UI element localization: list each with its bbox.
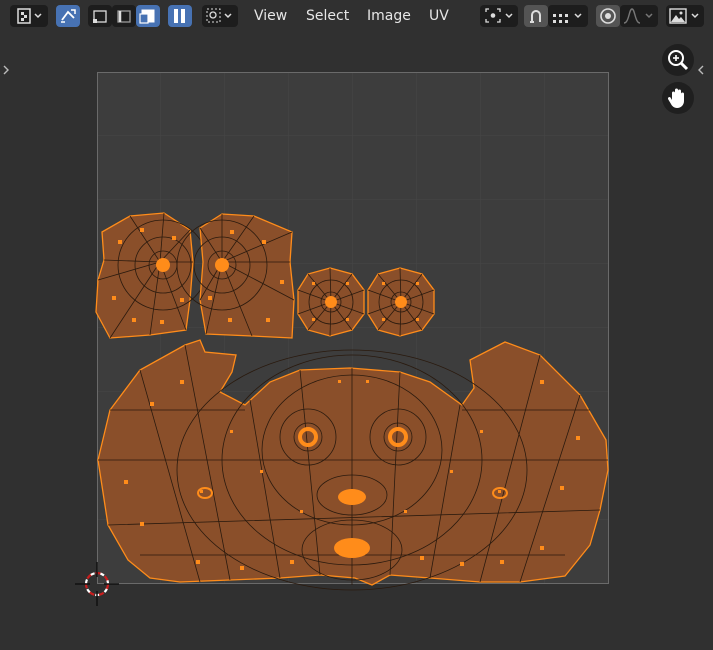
image-browse-icon: [669, 8, 699, 24]
menu-view[interactable]: View: [254, 5, 287, 27]
toolbar-expand-arrow-icon[interactable]: [2, 64, 10, 76]
pivot-point-icon: [485, 8, 513, 23]
snap-increment-icon: [553, 13, 582, 23]
menu-select[interactable]: Select: [306, 5, 349, 27]
zoom-button[interactable]: [662, 44, 694, 76]
editor-type-button[interactable]: [10, 5, 48, 27]
island-mode-icon: [174, 9, 185, 23]
sticky-select-icon: [206, 8, 232, 23]
snap-target-dropdown[interactable]: [548, 5, 588, 27]
hand-icon: [667, 88, 684, 108]
uv-editor-header: View Select Image UV: [0, 0, 713, 32]
sidebar-expand-arrow-icon[interactable]: [697, 64, 705, 76]
proportional-falloff-dropdown[interactable]: [620, 5, 658, 27]
edge-select-mode-button[interactable]: [112, 5, 136, 27]
snap-toggle[interactable]: [524, 5, 548, 27]
sync-selection-button[interactable]: [56, 5, 80, 27]
pivot-point-dropdown[interactable]: [480, 5, 518, 27]
edge-mode-icon: [117, 10, 131, 23]
island-select-mode-button[interactable]: [168, 5, 192, 27]
face-mode-icon: [139, 9, 155, 24]
pan-button[interactable]: [662, 82, 694, 114]
vertex-select-mode-button[interactable]: [88, 5, 112, 27]
sync-selection-icon: [61, 9, 76, 23]
uv-viewport[interactable]: [0, 32, 713, 650]
uv-editor: View Select Image UV: [0, 0, 713, 650]
uv-canvas[interactable]: [0, 32, 713, 650]
falloff-curve-icon: [623, 8, 653, 24]
face-select-mode-button[interactable]: [136, 5, 160, 27]
proportional-edit-toggle[interactable]: [596, 5, 620, 27]
proportional-edit-icon: [600, 8, 616, 24]
uv-editor-icon: [17, 8, 42, 24]
vertex-mode-icon: [93, 10, 107, 23]
sticky-select-dropdown[interactable]: [202, 5, 238, 27]
snap-icon: [530, 10, 541, 23]
menu-uv[interactable]: UV: [429, 5, 449, 27]
image-browse-dropdown[interactable]: [666, 5, 704, 27]
menu-image[interactable]: Image: [367, 5, 411, 27]
zoom-icon: [668, 50, 689, 71]
